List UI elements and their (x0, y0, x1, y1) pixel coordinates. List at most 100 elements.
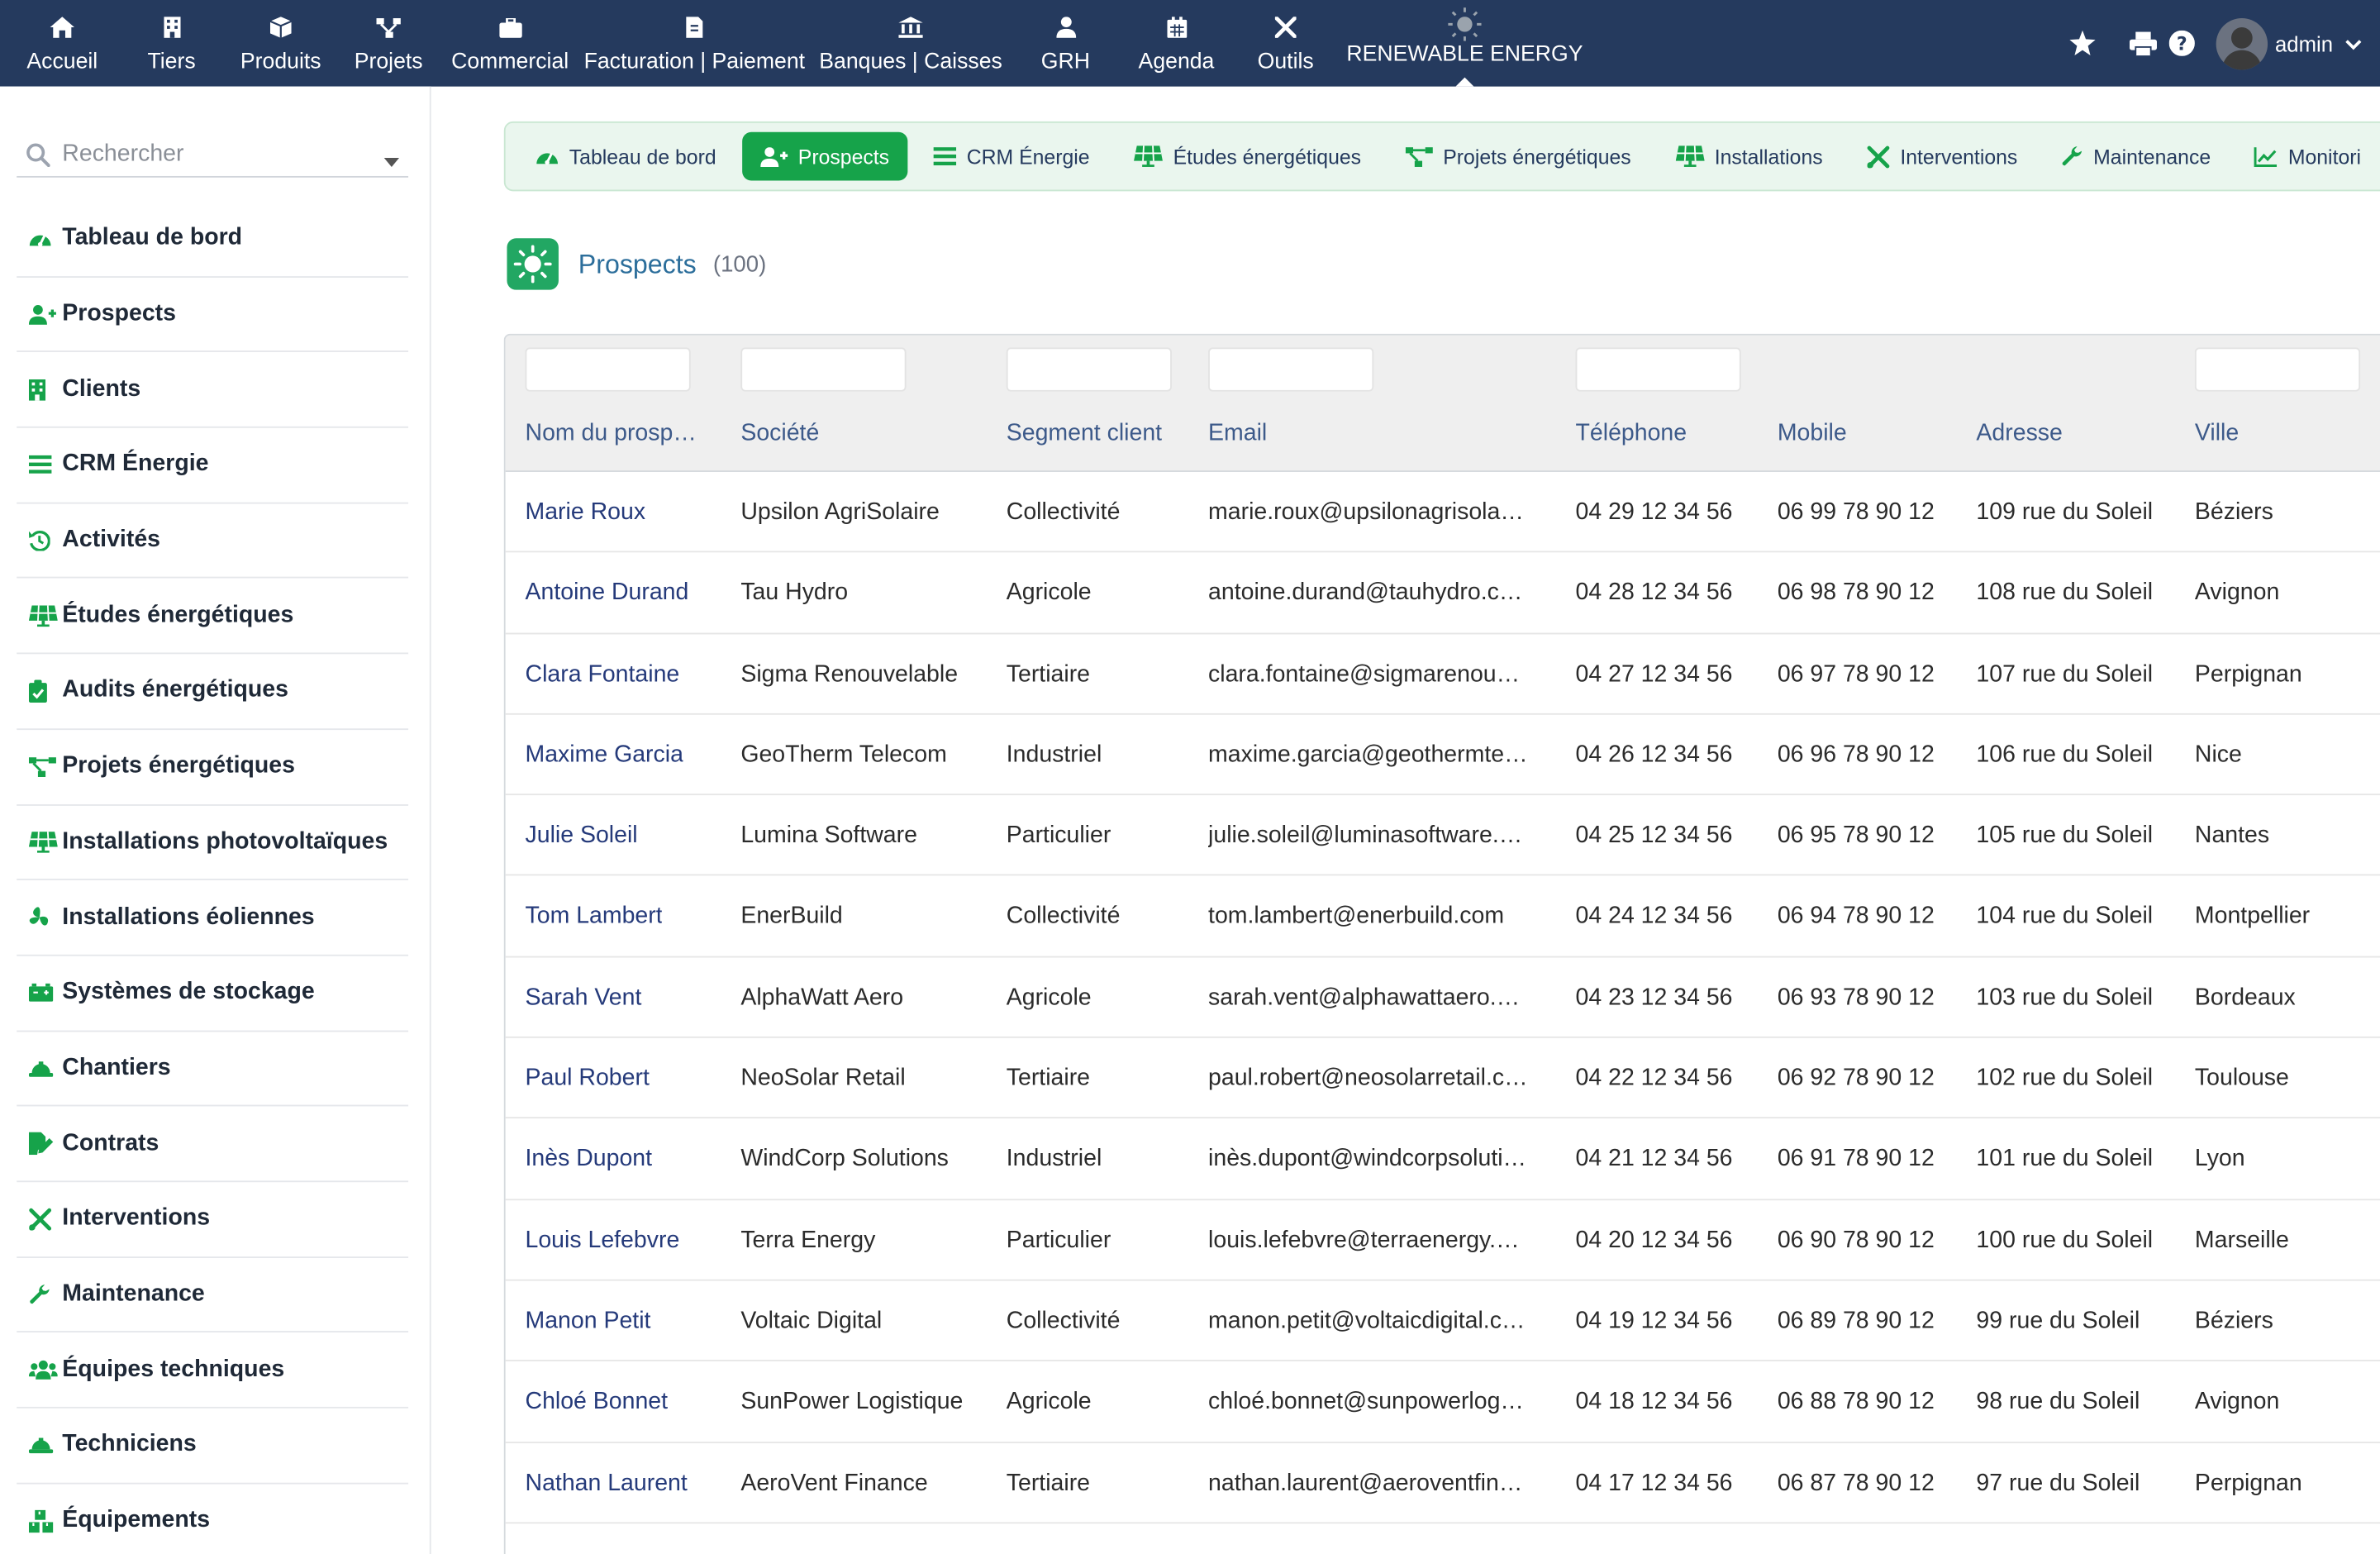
column-header[interactable]: Segment client (1007, 421, 1162, 448)
tab-prospects[interactable]: Prospects (741, 131, 908, 181)
sidebar-item-interventions[interactable]: Interventions (17, 1182, 409, 1258)
help-icon[interactable]: ? (2168, 30, 2195, 56)
column-filter-input[interactable] (1006, 347, 1172, 392)
prospect-name-link[interactable]: Inès Dupont (526, 1146, 653, 1174)
sidebar-item-techniciens[interactable]: Techniciens (17, 1409, 409, 1484)
avatar[interactable] (2216, 17, 2268, 69)
sidebar-item-prospects[interactable]: Prospects (17, 277, 409, 353)
prospect-name-link[interactable]: Tom Lambert (526, 903, 663, 931)
column-filter-input[interactable] (525, 347, 691, 392)
prospect-name-link[interactable]: Louis Lefebvre (526, 1227, 680, 1255)
sidebar-item-systemes-de-stockage[interactable]: Systèmes de stockage (17, 956, 409, 1032)
prospect-name-link[interactable]: Clara Fontaine (526, 661, 680, 689)
tab-tableau-de-bord[interactable]: Tableau de bord (517, 132, 734, 181)
chevron-down-icon[interactable] (2345, 30, 2362, 57)
topnav-projets[interactable]: Projets (334, 0, 443, 87)
topnav-produits[interactable]: Produits (228, 0, 335, 87)
prospect-name-link[interactable]: Manon Petit (526, 1309, 651, 1336)
tab-etudes-energetiques[interactable]: Études énergétiques (1116, 132, 1379, 181)
topnav-accueil[interactable]: Accueil (9, 0, 116, 87)
topnav-commercial[interactable]: Commercial (443, 0, 577, 87)
prospect-name-link[interactable]: Nathan Laurent (526, 1470, 688, 1497)
table-row[interactable]: Nathan Laurent AeroVent Finance Tertiaire n… (505, 1442, 2380, 1524)
prospects-table: Nom du prosp… Société Segment client Email T… (503, 333, 2380, 1554)
table-row[interactable]: Clara Fontaine Sigma Renouvelable Tertiair… (505, 634, 2380, 715)
table-row[interactable]: Louis Lefebvre Terra Energy Particulier lou… (505, 1200, 2380, 1281)
table-row[interactable]: Manon Petit Voltaic Digital Collectivité ma… (505, 1280, 2380, 1362)
star-icon[interactable] (2068, 30, 2096, 56)
tab-monitori[interactable]: Monitori (2236, 132, 2379, 181)
table-row[interactable]: Sarah Vent AlphaWatt Aero Agricole sarah.ve… (505, 957, 2380, 1038)
column-header[interactable]: Société (740, 421, 819, 448)
table-row[interactable]: Paul Robert NeoSolar Retail Tertiaire paul.… (505, 1038, 2380, 1119)
column-filter-input[interactable] (740, 347, 907, 392)
sidebar-item-crm-energie[interactable]: CRM Énergie (17, 428, 409, 504)
topnav-agenda[interactable]: Agenda (1121, 0, 1230, 87)
sidebar-item-installations-photovoltaiques[interactable]: Installations photovoltaïques (17, 805, 409, 881)
topnav-tiers[interactable]: Tiers (116, 0, 228, 87)
user-name[interactable]: admin (2275, 31, 2333, 55)
prospect-name-link[interactable]: Paul Robert (526, 1065, 650, 1093)
table-cell: 04 23 12 34 56 (1575, 984, 1733, 1011)
building-icon (163, 17, 180, 38)
tab-installations[interactable]: Installations (1657, 132, 1841, 181)
table-cell: 101 rue du Soleil (1976, 1146, 2154, 1173)
column-header[interactable]: Téléphone (1576, 421, 1687, 448)
sidebar-item-maintenance[interactable]: Maintenance (17, 1257, 409, 1333)
table-cell: Bordeaux (2194, 984, 2296, 1011)
table-cell: EnerBuild (740, 903, 843, 930)
column-filter-input[interactable] (2194, 347, 2361, 392)
sidebar-item-label: Maintenance (62, 1280, 205, 1307)
column-filter-input[interactable] (1208, 347, 1374, 392)
sidebar-item-contrats[interactable]: Contrats (17, 1107, 409, 1183)
table-cell: Montpellier (2194, 903, 2311, 930)
table-cell: Agricole (1006, 579, 1092, 607)
prospect-name-link[interactable]: Julie Soleil (526, 822, 638, 850)
sidebar-item-equipements[interactable]: Équipements (17, 1484, 408, 1554)
topnav-facturation[interactable]: Facturation | Paiement (577, 0, 812, 87)
tab-crm-energie[interactable]: CRM Énergie (915, 132, 1107, 181)
table-row[interactable]: Antoine Durand Tau Hydro Agricole antoine.d… (505, 553, 2380, 634)
column-header[interactable]: Ville (2195, 421, 2239, 448)
table-cell: 104 rue du Soleil (1976, 903, 2154, 930)
dropdown-caret-icon[interactable] (383, 147, 400, 174)
column-header[interactable]: Adresse (1976, 421, 2062, 448)
prospect-name-link[interactable]: Maxime Garcia (526, 742, 683, 770)
column-filter-input[interactable] (1575, 347, 1741, 392)
sidebar-item-audits-energetiques[interactable]: Audits énergétiques (17, 655, 409, 730)
topnav-banques[interactable]: Banques | Caisses (812, 0, 1010, 87)
sidebar-item-projets-energetiques[interactable]: Projets énergétiques (17, 730, 409, 805)
prospect-name-link[interactable]: Antoine Durand (526, 580, 689, 608)
table-row[interactable]: Tom Lambert EnerBuild Collectivité tom.lamb… (505, 876, 2380, 958)
prospect-name-link[interactable]: Chloé Bonnet (526, 1389, 669, 1416)
sun-icon (507, 238, 559, 290)
table-row[interactable]: Marie Roux Upsilon AgriSolaire Collectivit… (505, 472, 2380, 553)
cube-icon (269, 17, 292, 38)
column-header[interactable]: Nom du prosp… (526, 421, 697, 448)
sidebar-item-activites[interactable]: Activités (17, 503, 409, 579)
column-header[interactable]: Email (1208, 421, 1267, 448)
table-row[interactable]: Chloé Bonnet SunPower Logistique Agricole c… (505, 1361, 2380, 1443)
print-icon[interactable] (2129, 31, 2157, 56)
column-header[interactable]: Mobile (1778, 421, 1847, 448)
table-row[interactable]: Maxime Garcia GeoTherm Telecom Industriel m… (505, 715, 2380, 796)
table-row[interactable]: Julie Soleil Lumina Software Particulier ju… (505, 795, 2380, 877)
sidebar-item-equipes-techniques[interactable]: Équipes techniques (17, 1333, 409, 1409)
table-cell: chloé.bonnet@sunpowerlog… (1208, 1389, 1524, 1415)
tab-projets-energetiques[interactable]: Projets énergétiques (1387, 132, 1649, 181)
prospect-name-link[interactable]: Marie Roux (526, 499, 646, 527)
topnav-renewable-energy[interactable]: RENEWABLE ENERGY (1340, 0, 1589, 87)
search-input[interactable]: Rechercher (17, 132, 409, 178)
sidebar-item-etudes-energetiques[interactable]: Études énergétiques (17, 579, 409, 655)
tab-interventions[interactable]: Interventions (1849, 132, 2035, 181)
topnav-grh[interactable]: GRH (1009, 0, 1121, 87)
sidebar-item-clients[interactable]: Clients (17, 353, 409, 428)
table-row[interactable]: Inès Dupont WindCorp Solutions Industriel i… (505, 1119, 2380, 1200)
topnav-outils[interactable]: Outils (1231, 0, 1340, 87)
sidebar-item-tableau-de-bord[interactable]: Tableau de bord (17, 202, 409, 278)
sidebar-item-installations-eoliennes[interactable]: Installations éoliennes (17, 880, 409, 956)
tab-maintenance[interactable]: Maintenance (2044, 132, 2230, 181)
prospect-name-link[interactable]: Sarah Vent (526, 984, 642, 1012)
fan-icon (29, 906, 62, 929)
sidebar-item-chantiers[interactable]: Chantiers (17, 1032, 409, 1107)
